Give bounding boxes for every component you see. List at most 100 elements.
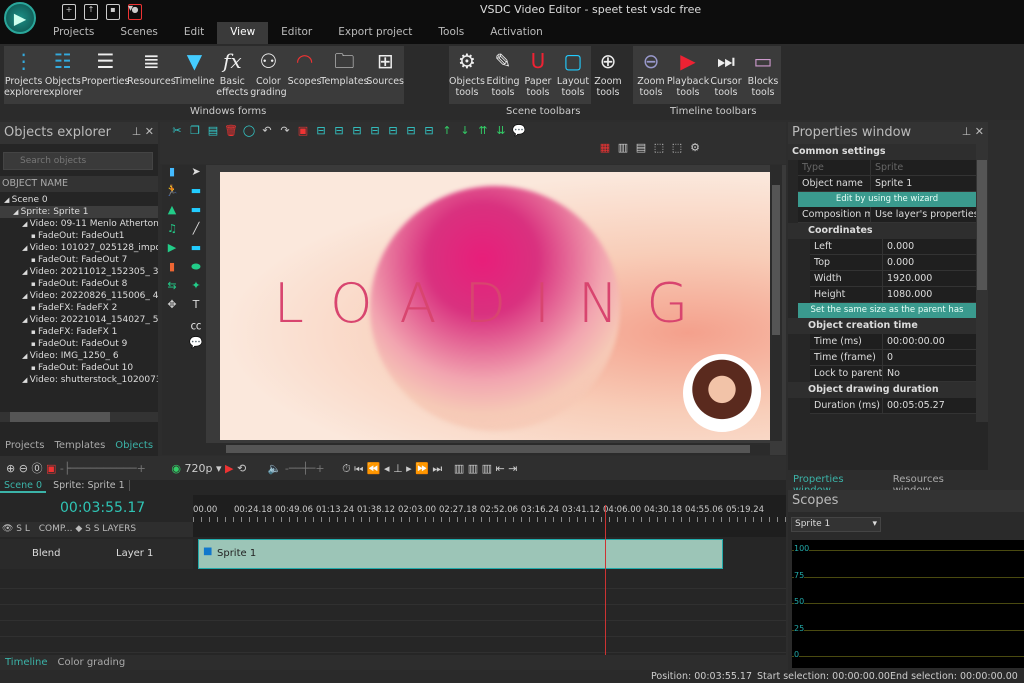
subtitles-icon[interactable]: ㏄ xyxy=(186,317,206,336)
tab-edit[interactable]: Edit xyxy=(171,22,217,44)
align-icon[interactable]: ⊟ xyxy=(331,124,347,137)
zoom-slider[interactable]: -├──────────+ xyxy=(60,462,146,475)
color-grading-button[interactable]: ⚇ Color grading xyxy=(250,46,286,104)
zoom-out-icon[interactable]: ⊖ xyxy=(19,462,28,475)
select-all-icon[interactable]: ▣ xyxy=(295,124,311,137)
tree-item[interactable]: ▪ FadeOut: FadeOut1 xyxy=(0,230,158,242)
resources-button[interactable]: ≣ Resources xyxy=(127,46,176,104)
prop-top[interactable]: Top 0.000 xyxy=(810,255,976,271)
sprite-clip[interactable]: ■ Sprite 1 xyxy=(198,539,723,569)
crop-icon[interactable]: ◯ xyxy=(241,124,257,137)
sources-button[interactable]: ⊞ Sources xyxy=(366,46,404,104)
forward-icon[interactable]: ⏩ xyxy=(415,462,429,475)
balloon-icon[interactable]: 💬 xyxy=(186,336,206,355)
prop-object-name[interactable]: Object name Sprite 1 xyxy=(798,176,976,192)
align-icon[interactable]: ⊟ xyxy=(385,124,401,137)
delete-icon[interactable]: 🗑 xyxy=(223,124,239,137)
section-creation-time[interactable]: Object creation time xyxy=(788,318,976,334)
layer-name[interactable]: Layer 1 xyxy=(116,548,153,559)
ellipse-icon[interactable]: ⬬ xyxy=(186,260,206,279)
section-common-settings[interactable]: Common settings xyxy=(788,144,976,160)
align-icon[interactable]: ⊟ xyxy=(403,124,419,137)
chart-icon[interactable]: ▮ xyxy=(162,165,182,184)
clock-icon[interactable]: ⏱ xyxy=(342,462,351,475)
move-icon[interactable]: ✥ xyxy=(162,298,182,317)
video-icon[interactable]: ▶ xyxy=(162,241,182,260)
audio-icon[interactable]: ♫ xyxy=(162,222,182,241)
frame-icon[interactable]: ⬚ xyxy=(651,141,667,154)
prev-frame-icon[interactable]: ◂ xyxy=(384,462,390,475)
blocks-tools-button[interactable]: ▭ Blocks tools xyxy=(745,46,781,104)
timeline-button[interactable]: ▼ Timeline xyxy=(174,46,214,104)
undo-icon[interactable]: ↶ xyxy=(259,124,275,137)
prop-duration[interactable]: Duration (ms) 00:05:05.27 xyxy=(810,398,976,414)
align-icon[interactable]: ⊟ xyxy=(367,124,383,137)
redo-icon[interactable]: ↷ xyxy=(277,124,293,137)
quick-access-dropdown-icon[interactable]: ▾ xyxy=(128,3,133,14)
paper-tools-button[interactable]: U Paper tools xyxy=(521,46,555,104)
layer-row-header[interactable]: Blend Layer 1 xyxy=(0,539,193,569)
prop-time-frame[interactable]: Time (frame) 0 xyxy=(810,350,976,366)
tree-item[interactable]: ▪ FadeOut: FadeOut 9 xyxy=(0,338,158,350)
move-up-icon[interactable]: ↑ xyxy=(439,124,455,137)
grid-icon[interactable]: ▤ xyxy=(633,141,649,154)
paste-icon[interactable]: ▤ xyxy=(205,124,221,137)
tree-item[interactable]: ◢ Sprite: Sprite 1 xyxy=(0,206,158,218)
scopes-source-select[interactable]: Sprite 1 ▾ xyxy=(791,517,881,532)
image-icon[interactable]: ▲ xyxy=(162,203,182,222)
tree-item[interactable]: ▪ FadeOut: FadeOut 10 xyxy=(0,362,158,374)
volume-icon[interactable]: 🔈 xyxy=(268,462,282,475)
move-down-icon[interactable]: ↓ xyxy=(457,124,473,137)
editing-tools-button[interactable]: ✎ Editing tools xyxy=(485,46,521,104)
tab-sprite-1[interactable]: Sprite: Sprite 1 xyxy=(49,480,130,491)
properties-button[interactable]: ☰ Properties xyxy=(81,46,129,104)
fit-icon[interactable]: ⓪ xyxy=(31,462,42,475)
prop-lock-to-parent[interactable]: Lock to parent durationNo xyxy=(810,366,976,382)
horizontal-scrollbar[interactable] xyxy=(0,412,158,422)
zoom-tools-button[interactable]: ⊕ Zoom tools xyxy=(591,46,625,104)
tree-item[interactable]: ◢ Video: 101027_025128_import_ 2 xyxy=(0,242,158,254)
pin-close-icons[interactable]: ⊥ ✕ xyxy=(962,125,984,138)
tree-item[interactable]: ▪ FadeOut: FadeOut 8 xyxy=(0,278,158,290)
tree-item[interactable]: ▪ FadeFX: FadeFX 1 xyxy=(0,326,158,338)
tree-item[interactable]: ◢ Video: 09-11 Menlo Atherton_ 1 xyxy=(0,218,158,230)
pointer-icon[interactable]: ➤ xyxy=(186,165,206,184)
prop-left[interactable]: Left 0.000 xyxy=(810,239,976,255)
loop-icon[interactable]: ⟲ xyxy=(237,462,246,475)
spectrum-icon[interactable]: ▮ xyxy=(162,260,182,279)
tree-item[interactable]: ◢ Scene 0 xyxy=(0,194,158,206)
cut-icon[interactable]: ✂ xyxy=(169,124,185,137)
tree-item[interactable]: ▪ FadeOut: FadeOut 7 xyxy=(0,254,158,266)
projects-explorer-button[interactable]: ⋮ Projects explorer xyxy=(4,46,43,104)
tab-scenes[interactable]: Scenes xyxy=(107,22,170,44)
go-start-icon[interactable]: ⏮ xyxy=(354,462,363,475)
cursor-tools-button[interactable]: ⏭ Cursor tools xyxy=(707,46,745,104)
templates-button[interactable]: 🗀 Templates xyxy=(320,46,368,104)
playhead-cursor[interactable] xyxy=(605,505,606,655)
to-top-icon[interactable]: ⇈ xyxy=(475,124,491,137)
time-ruler[interactable]: 00.00 00:24.18 00:49.06 01:13.24 01:38.12 02:… xyxy=(193,495,786,537)
align-icon[interactable]: ⊟ xyxy=(349,124,365,137)
timeline-zoom-tools-button[interactable]: ⊖ Zoom tools xyxy=(633,46,669,104)
tab-projects[interactable]: Projects xyxy=(40,22,107,44)
tab-scene-0[interactable]: Scene 0 xyxy=(0,480,47,493)
tree-item[interactable]: ◢ Video: 20221014_154027_ 5 xyxy=(0,314,158,326)
marker-icon[interactable]: ▣ xyxy=(46,462,56,475)
tree-item[interactable]: ▪ FadeFX: FadeFX 2 xyxy=(0,302,158,314)
settings-gear-icon[interactable]: ⚙ xyxy=(687,141,703,154)
tree-item[interactable]: ◢ Video: 20220826_115006_ 4 xyxy=(0,290,158,302)
tree-item[interactable]: ◢ Video: 20211012_152305_ 3 xyxy=(0,266,158,278)
vertical-scrollbar[interactable] xyxy=(976,144,988,422)
vertical-scrollbar[interactable] xyxy=(770,165,782,441)
layers-icon[interactable]: ▬ xyxy=(186,203,206,222)
tab-export-project[interactable]: Export project xyxy=(325,22,425,44)
rectangle-icon[interactable]: ▬ xyxy=(186,184,206,203)
grid-icon[interactable]: ▥ xyxy=(615,141,631,154)
record-play-icon[interactable]: ▶ xyxy=(225,462,233,475)
tab-view[interactable]: View xyxy=(217,22,269,44)
blend-mode[interactable]: Blend xyxy=(32,548,60,559)
objects-explorer-button[interactable]: ☷ Objects explorer xyxy=(43,46,82,104)
tree-item[interactable]: ◢ Video: shutterstock_1020073123_ xyxy=(0,374,158,386)
basic-effects-button[interactable]: fx Basic effects xyxy=(214,46,250,104)
playback-tools-button[interactable]: ▶ Playback tools xyxy=(667,46,709,104)
